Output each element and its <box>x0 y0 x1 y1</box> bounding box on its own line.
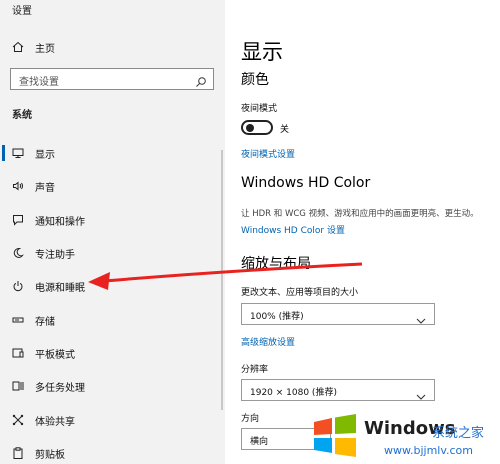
sidebar-item-shared-experiences[interactable]: 体验共享 <box>0 407 225 433</box>
windows-logo-icon <box>314 414 356 457</box>
orientation-label: 方向 <box>241 414 260 424</box>
advanced-scaling-link[interactable]: 高级缩放设置 <box>241 335 295 348</box>
sidebar-item-home[interactable]: 主页 <box>0 34 225 60</box>
section-label: 系统 <box>12 110 32 121</box>
resolution-label: 分辨率 <box>241 365 269 375</box>
scrollbar[interactable] <box>221 150 223 410</box>
resolution-value: 1920 × 1080 (推荐) <box>250 388 337 398</box>
page-title: 显示 <box>241 40 283 64</box>
moon-icon <box>11 246 25 260</box>
color-heading: 颜色 <box>241 72 269 88</box>
main-content: 显示 颜色 夜间模式 关 夜间模式设置 Windows HD Color 让 H… <box>225 0 500 464</box>
sidebar-item-label: 主页 <box>35 43 55 55</box>
sidebar: 设置 主页 查找设置 系统 显示 声音 通知和操作 专注助手 电源和睡眠 存储 … <box>0 0 225 464</box>
app-title: 设置 <box>12 6 32 17</box>
sidebar-item-clipboard[interactable]: 剪贴板 <box>0 440 225 464</box>
clipboard-icon <box>11 446 25 460</box>
search-input[interactable]: 查找设置 <box>10 68 214 90</box>
watermark: Windows 系统之家 www.bjjmlv.com <box>308 408 500 464</box>
hd-color-description: 让 HDR 和 WCG 视频、游戏和应用中的画面更明亮、更生动。 <box>241 209 479 219</box>
hd-color-settings-link[interactable]: Windows HD Color 设置 <box>241 223 345 236</box>
scale-dropdown[interactable]: 100% (推荐) <box>241 303 435 325</box>
hd-color-heading: Windows HD Color <box>241 175 371 191</box>
toggle-knob <box>246 124 254 132</box>
sidebar-item-multitasking[interactable]: 多任务处理 <box>0 373 225 399</box>
speaker-icon <box>11 179 25 193</box>
sidebar-item-power-sleep[interactable]: 电源和睡眠 <box>0 273 225 299</box>
scale-layout-heading: 缩放与布局 <box>241 256 311 272</box>
orientation-value: 横向 <box>250 437 269 447</box>
storage-icon <box>11 313 25 327</box>
night-mode-state: 关 <box>280 125 290 135</box>
sidebar-item-sound[interactable]: 声音 <box>0 173 225 199</box>
search-icon <box>195 73 207 87</box>
chevron-down-icon <box>416 310 426 324</box>
sidebar-item-label: 声音 <box>35 182 55 194</box>
sidebar-item-label: 专注助手 <box>35 249 75 261</box>
watermark-url: www.bjjmlv.com <box>384 444 473 457</box>
tablet-icon <box>11 346 25 360</box>
night-mode-label: 夜间模式 <box>241 104 278 114</box>
sidebar-item-label: 显示 <box>35 149 55 161</box>
sidebar-item-notifications[interactable]: 通知和操作 <box>0 207 225 233</box>
scale-value: 100% (推荐) <box>250 312 304 322</box>
sidebar-item-label: 电源和睡眠 <box>35 282 85 294</box>
sidebar-item-tablet-mode[interactable]: 平板模式 <box>0 340 225 366</box>
resolution-dropdown[interactable]: 1920 × 1080 (推荐) <box>241 379 435 401</box>
power-icon <box>11 279 25 293</box>
night-mode-toggle[interactable] <box>241 120 273 135</box>
scale-label: 更改文本、应用等项目的大小 <box>241 288 359 298</box>
sidebar-item-label: 体验共享 <box>35 416 75 428</box>
monitor-icon <box>11 146 25 160</box>
watermark-suffix: 系统之家 <box>432 426 485 441</box>
sidebar-item-label: 剪贴板 <box>35 449 65 461</box>
search-placeholder: 查找设置 <box>19 77 59 88</box>
chevron-down-icon <box>416 386 426 400</box>
sidebar-item-label: 平板模式 <box>35 349 75 361</box>
sidebar-item-display[interactable]: 显示 <box>0 140 225 166</box>
sidebar-item-label: 通知和操作 <box>35 216 85 228</box>
sidebar-item-label: 存储 <box>35 316 55 328</box>
sidebar-item-storage[interactable]: 存储 <box>0 307 225 333</box>
home-icon <box>11 40 25 54</box>
notification-icon <box>11 213 25 227</box>
sidebar-item-label: 多任务处理 <box>35 382 85 394</box>
share-icon <box>11 413 25 427</box>
multitask-icon <box>11 379 25 393</box>
night-mode-settings-link[interactable]: 夜间模式设置 <box>241 147 295 160</box>
sidebar-item-focus-assist[interactable]: 专注助手 <box>0 240 225 266</box>
